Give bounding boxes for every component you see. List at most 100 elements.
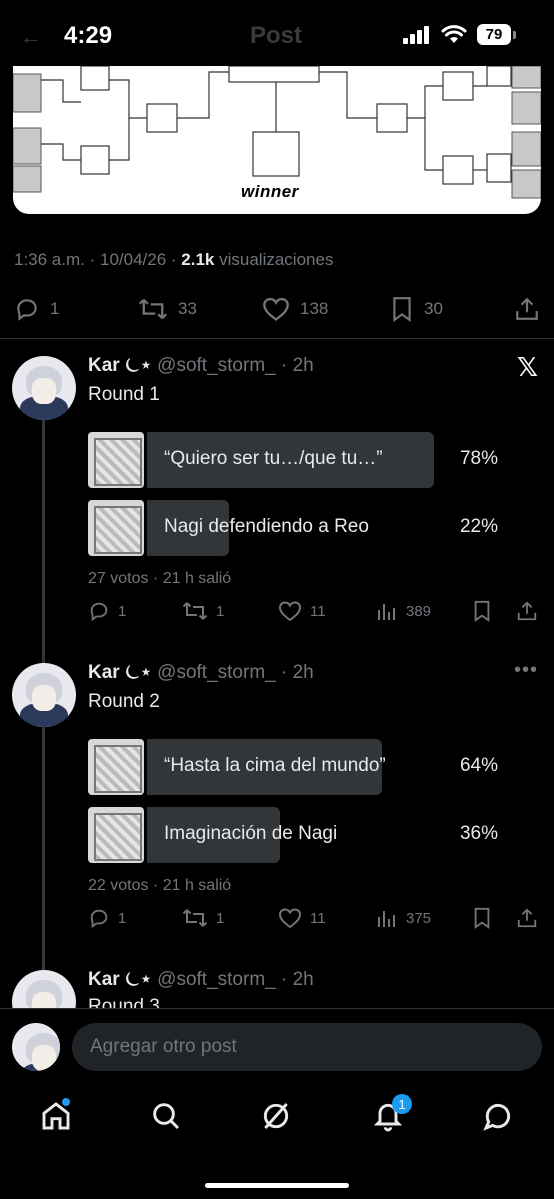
reply-icon	[90, 909, 108, 929]
share-icon	[517, 908, 537, 928]
post-header: Kar ⏾⋆ @soft_storm_ · 2h	[88, 662, 314, 683]
reply-count: 1	[118, 909, 127, 927]
poll-option-label: “Hasta la cima del mundo”	[164, 755, 386, 776]
repost-button[interactable]: 1	[182, 907, 224, 929]
post-meta: 1:36 a.m. · 10/04/26 · 2.1k visualizacio…	[14, 250, 334, 269]
poll-option-percent: 36%	[459, 823, 498, 844]
post-date: 10/04/26	[99, 250, 167, 269]
poll-option-label: Nagi defendiendo a Reo	[164, 516, 369, 537]
share-button[interactable]	[516, 600, 538, 622]
poll-option[interactable]: “Quiero ser tu…/que tu…” 78%	[88, 432, 508, 488]
reply-post[interactable]: Kar ⏾⋆ @soft_storm_ · 2h ••• Round 2 “Ha…	[0, 659, 554, 959]
reply-post[interactable]: Kar ⏾⋆ @soft_storm_ · 2h Round 3	[0, 966, 554, 1008]
home-indicator	[205, 1183, 349, 1188]
author-handle[interactable]: @soft_storm_	[157, 355, 276, 376]
post-age: 2h	[292, 969, 314, 990]
reply-icon	[90, 602, 108, 622]
repost-count: 1	[216, 909, 225, 927]
poll-option[interactable]: Imaginación de Nagi 36%	[88, 807, 508, 863]
reply-button[interactable]: 1	[14, 296, 59, 322]
heart-icon	[278, 601, 302, 622]
analytics-icon	[378, 604, 395, 620]
bookmark-button[interactable]: 30	[390, 296, 443, 322]
repost-icon	[138, 298, 168, 320]
notifications-badge: 1	[392, 1094, 412, 1114]
unread-dot	[62, 1098, 70, 1106]
post-time: 1:36 a.m.	[14, 250, 85, 269]
avatar[interactable]	[12, 970, 76, 1008]
views-button[interactable]: 375	[376, 907, 431, 929]
nav-grok[interactable]	[260, 1100, 296, 1136]
post-age: 2h	[292, 662, 314, 683]
poll-option-image	[88, 739, 144, 795]
grok-icon	[263, 1103, 289, 1129]
nav-notifications[interactable]: 1	[372, 1094, 412, 1136]
poll-option-label: “Quiero ser tu…/que tu…”	[164, 448, 383, 469]
cellular-signal-icon	[403, 25, 429, 44]
nav-home[interactable]	[40, 1098, 76, 1136]
views-count: 389	[406, 602, 432, 620]
share-icon	[517, 601, 537, 621]
bookmark-icon	[474, 907, 490, 929]
poll-option-percent: 22%	[459, 516, 498, 537]
x-logo-icon: 𝕏	[517, 352, 538, 382]
like-button[interactable]: 11	[278, 907, 326, 929]
share-button[interactable]	[514, 296, 540, 322]
bookmark-button[interactable]	[472, 907, 492, 929]
repost-icon	[182, 909, 208, 927]
wifi-icon	[441, 24, 467, 43]
avatar[interactable]	[12, 663, 76, 727]
more-options-icon[interactable]: •••	[514, 659, 538, 682]
divider	[0, 338, 554, 339]
battery-level: 79	[477, 24, 511, 45]
status-icons: 79	[403, 24, 516, 45]
reply-count: 1	[50, 299, 60, 318]
post-text: Round 2	[88, 691, 160, 712]
post-header: Kar ⏾⋆ @soft_storm_ · 2h	[88, 355, 314, 376]
search-icon	[153, 1103, 180, 1130]
repost-icon	[182, 602, 208, 620]
avatar[interactable]	[12, 356, 76, 420]
add-post-input[interactable]: Agregar otro post	[72, 1023, 542, 1071]
reply-button[interactable]: 1	[88, 907, 126, 929]
repost-count: 33	[178, 299, 197, 318]
poll-option[interactable]: Nagi defendiendo a Reo 22%	[88, 500, 508, 556]
post-image[interactable]: winner	[13, 66, 541, 214]
bookmark-button[interactable]	[472, 600, 492, 622]
reply-post[interactable]: Kar ⏾⋆ @soft_storm_ · 2h 𝕏 Round 1 “Quie…	[0, 352, 554, 652]
poll-option-image	[88, 432, 144, 488]
author-handle[interactable]: @soft_storm_	[157, 969, 276, 990]
share-button[interactable]	[516, 907, 538, 929]
like-button[interactable]: 11	[278, 600, 326, 622]
post-actions: 1 1 11 389	[0, 600, 554, 630]
views-count: 2.1k	[181, 250, 215, 269]
author-name[interactable]: Kar ⏾⋆	[88, 969, 152, 990]
views-button[interactable]: 389	[376, 600, 431, 622]
post-text: Round 3	[88, 996, 160, 1008]
battery-icon: 79	[477, 24, 516, 45]
bookmark-count: 30	[424, 299, 443, 318]
like-count: 11	[310, 909, 326, 927]
back-arrow-icon[interactable]: ←	[20, 24, 42, 50]
author-name[interactable]: Kar ⏾⋆	[88, 662, 152, 683]
heart-icon	[263, 297, 289, 321]
repost-button[interactable]: 1	[182, 600, 224, 622]
nav-messages[interactable]	[482, 1100, 518, 1136]
reply-button[interactable]: 1	[88, 600, 126, 622]
share-icon	[516, 297, 538, 320]
poll-votes: 27 votos · 21 h salió	[88, 570, 232, 587]
poll-option-percent: 78%	[459, 448, 498, 469]
winner-label: winner	[241, 182, 299, 201]
repost-button[interactable]: 33	[138, 296, 197, 322]
avatar[interactable]	[12, 1023, 60, 1071]
like-button[interactable]: 138	[262, 296, 328, 322]
poll-votes: 22 votos · 21 h salió	[88, 877, 232, 894]
repost-count: 1	[216, 602, 225, 620]
poll-option[interactable]: “Hasta la cima del mundo” 64%	[88, 739, 508, 795]
nav-search[interactable]	[150, 1100, 186, 1136]
views-count: 375	[406, 909, 432, 927]
heart-icon	[278, 908, 302, 929]
author-handle[interactable]: @soft_storm_	[157, 662, 276, 683]
bottom-nav: 1	[0, 1086, 554, 1199]
author-name[interactable]: Kar ⏾⋆	[88, 355, 152, 376]
